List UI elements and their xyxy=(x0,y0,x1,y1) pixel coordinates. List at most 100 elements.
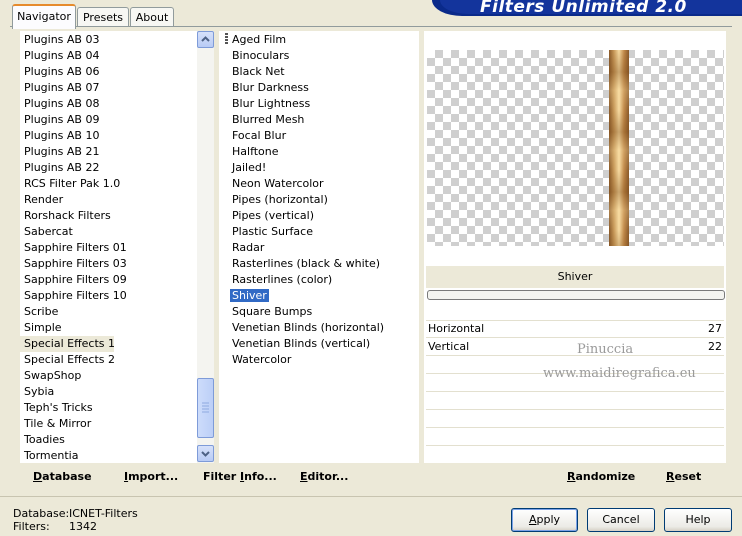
param-vertical-label: Vertical xyxy=(428,340,470,353)
category-list-item-label: Plugins AB 22 xyxy=(24,161,100,174)
category-list-item[interactable]: Simple xyxy=(20,320,62,336)
category-list-item[interactable]: Plugins AB 08 xyxy=(20,96,99,112)
filter-list-item[interactable]: Blurred Mesh xyxy=(219,112,304,128)
filter-list-item-label: Focal Blur xyxy=(232,129,287,142)
filter-list-item[interactable]: Blur Lightness xyxy=(219,96,310,112)
category-list-item[interactable]: Sapphire Filters 10 xyxy=(20,288,127,304)
category-list-item-label: Plugins AB 04 xyxy=(24,49,100,62)
scroll-up-button[interactable] xyxy=(197,31,214,48)
category-list-item[interactable]: Toadies xyxy=(20,432,65,448)
category-list-item-label: Rorshack Filters xyxy=(24,209,111,222)
category-list-item[interactable]: Special Effects 2 xyxy=(20,352,115,368)
param-divider xyxy=(426,427,724,428)
watermark-url: www.maidiregrafica.eu xyxy=(543,366,696,381)
filter-list-item[interactable]: Black Net xyxy=(219,64,285,80)
filter-list-item[interactable]: Rasterlines (black & white) xyxy=(219,256,380,272)
filter-list-item-label: Aged Film xyxy=(232,33,287,46)
param-vertical-value[interactable]: 22 xyxy=(690,339,722,355)
category-list-item[interactable]: Tile & Mirror xyxy=(20,416,91,432)
cancel-button[interactable]: Cancel xyxy=(587,508,655,532)
chevron-down-icon xyxy=(201,451,210,457)
import-button[interactable]: Import... xyxy=(124,470,178,483)
category-list-item[interactable]: Plugins AB 06 xyxy=(20,64,99,80)
category-list-item[interactable]: Plugins AB 04 xyxy=(20,48,99,64)
filter-list-item-label: Venetian Blinds (vertical) xyxy=(232,337,371,350)
scroll-thumb[interactable] xyxy=(197,378,214,438)
filter-list-item[interactable]: Venetian Blinds (vertical) xyxy=(219,336,370,352)
category-list-item-label: Teph's Tricks xyxy=(24,401,93,414)
database-value: ICNET-Filters xyxy=(69,507,138,520)
filter-list-item[interactable]: Jailed! xyxy=(219,160,266,176)
filter-list-item-label: Blurred Mesh xyxy=(232,113,305,126)
preview-image xyxy=(427,50,724,246)
category-list-item[interactable]: Render xyxy=(20,192,63,208)
category-list-item[interactable]: Sybia xyxy=(20,384,54,400)
filter-list-item[interactable]: Square Bumps xyxy=(219,304,312,320)
filter-list-item-label: Rasterlines (color) xyxy=(232,273,333,286)
category-list-item[interactable]: Plugins AB 10 xyxy=(20,128,99,144)
randomize-button[interactable]: Randomize xyxy=(567,470,635,483)
filter-list-item[interactable]: Neon Watercolor xyxy=(219,176,324,192)
filter-list-item[interactable]: Blur Darkness xyxy=(219,80,309,96)
filter-list-item[interactable]: Halftone xyxy=(219,144,279,160)
param-divider xyxy=(426,445,724,446)
category-list-item-label: Plugins AB 08 xyxy=(24,97,100,110)
category-list-item[interactable]: Plugins AB 07 xyxy=(20,80,99,96)
filter-list-item[interactable]: Binoculars xyxy=(219,48,289,64)
filter-list-item[interactable]: Aged Film xyxy=(219,32,286,48)
category-list-item-label: Special Effects 1 xyxy=(24,337,116,350)
filter-list-item-label: Plastic Surface xyxy=(232,225,313,238)
filter-list-item[interactable]: Rasterlines (color) xyxy=(219,272,332,288)
filter-list-item[interactable]: Pipes (horizontal) xyxy=(219,192,328,208)
category-list-item[interactable]: SwapShop xyxy=(20,368,81,384)
help-button[interactable]: Help xyxy=(664,508,732,532)
category-list-item-label: Sabercat xyxy=(24,225,73,238)
filter-list-item[interactable]: Focal Blur xyxy=(219,128,286,144)
tab-presets[interactable]: Presets xyxy=(77,7,129,27)
category-list-item[interactable]: Tormentia xyxy=(20,448,78,463)
filter-list-item[interactable]: Watercolor xyxy=(219,352,291,368)
category-list-item-label: Plugins AB 09 xyxy=(24,113,100,126)
filter-list-item-label: Jailed! xyxy=(232,161,267,174)
filter-list-item[interactable]: Plastic Surface xyxy=(219,224,313,240)
database-button[interactable]: Database xyxy=(33,470,92,483)
category-list-item[interactable]: RCS Filter Pak 1.0 xyxy=(20,176,120,192)
filter-list-item[interactable]: Pipes (vertical) xyxy=(219,208,314,224)
apply-button[interactable]: Apply xyxy=(511,508,578,532)
category-list-item[interactable]: Scribe xyxy=(20,304,58,320)
param-horizontal-value[interactable]: 27 xyxy=(690,321,722,337)
category-list-item-label: Scribe xyxy=(24,305,59,318)
editor-button[interactable]: Editor... xyxy=(300,470,348,483)
category-list-item-label: Sapphire Filters 10 xyxy=(24,289,127,302)
category-list-item-label: Render xyxy=(24,193,64,206)
reset-button[interactable]: Reset xyxy=(666,470,701,483)
category-list-item-label: RCS Filter Pak 1.0 xyxy=(24,177,121,190)
category-list-item[interactable]: Sapphire Filters 09 xyxy=(20,272,127,288)
tab-navigator[interactable]: Navigator xyxy=(12,4,76,29)
group-marker-icon xyxy=(225,33,228,45)
category-list-item[interactable]: Teph's Tricks xyxy=(20,400,93,416)
category-list-item[interactable]: Sapphire Filters 01 xyxy=(20,240,127,256)
category-list-item[interactable]: Plugins AB 22 xyxy=(20,160,99,176)
category-list-item[interactable]: Plugins AB 21 xyxy=(20,144,99,160)
category-list-item[interactable]: Plugins AB 03 xyxy=(20,32,99,48)
category-list-item-label: Plugins AB 03 xyxy=(24,33,100,46)
filter-list-item[interactable]: Venetian Blinds (horizontal) xyxy=(219,320,384,336)
category-list[interactable]: Plugins AB 03 Plugins AB 04 Plugins AB 06 P… xyxy=(20,31,197,463)
category-list-item[interactable]: Plugins AB 09 xyxy=(20,112,99,128)
scroll-down-button[interactable] xyxy=(197,445,214,462)
category-list-item[interactable]: Sapphire Filters 03 xyxy=(20,256,127,272)
filter-list-item[interactable]: Shiver xyxy=(219,288,269,304)
filters-count-value: 1342 xyxy=(69,520,97,533)
filter-list[interactable]: Aged Film Binoculars Black Net Blur Darknes… xyxy=(219,31,419,463)
database-label: Database: xyxy=(13,507,70,520)
category-list-item[interactable]: Sabercat xyxy=(20,224,73,240)
tab-about[interactable]: About xyxy=(130,7,174,27)
filter-info-button[interactable]: Filter Info... xyxy=(203,470,277,483)
category-scrollbar[interactable] xyxy=(197,31,214,463)
category-list-item[interactable]: Special Effects 1 xyxy=(20,336,116,352)
param-divider xyxy=(426,355,724,356)
filter-list-item-label: Blur Darkness xyxy=(232,81,309,94)
category-list-item[interactable]: Rorshack Filters xyxy=(20,208,111,224)
filter-list-item[interactable]: Radar xyxy=(219,240,264,256)
